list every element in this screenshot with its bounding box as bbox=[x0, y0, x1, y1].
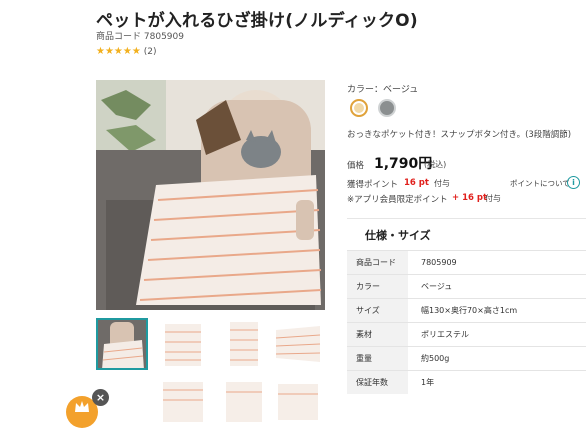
spec-key: 重量 bbox=[347, 346, 408, 371]
spec-key: 商品コード bbox=[347, 250, 408, 275]
spec-value: ベージュ bbox=[408, 274, 586, 299]
thumbnail-7-image bbox=[272, 376, 324, 428]
thumbnail-2-image bbox=[157, 318, 209, 370]
spec-table: 商品コード 7805909 カラー ベージュ サイズ 幅130×奥行70×高さ1cm … bbox=[347, 250, 586, 394]
thumbnail-7[interactable] bbox=[272, 376, 324, 428]
tax-note: (税込) bbox=[424, 160, 447, 169]
thumbnail-1[interactable] bbox=[96, 318, 148, 370]
thumbnail-3-image bbox=[218, 318, 270, 370]
points-value: 16 pt bbox=[404, 178, 429, 188]
price-amount: 1,790 bbox=[374, 156, 419, 172]
main-product-illustration bbox=[96, 80, 325, 310]
app-points-label: ※アプリ会員限定ポイント bbox=[347, 195, 448, 205]
spec-key: サイズ bbox=[347, 298, 408, 323]
thumbnail-6[interactable] bbox=[218, 376, 270, 428]
color-label: カラー：ベージュ bbox=[347, 85, 419, 95]
product-title: ペットが入れるひざ掛け(ノルディックO) bbox=[96, 11, 418, 31]
spec-row: 商品コード 7805909 bbox=[347, 250, 586, 275]
rating-stars-icon: ★★★★★ bbox=[96, 46, 141, 57]
rating[interactable]: ★★★★★ (2) bbox=[96, 46, 156, 57]
spec-row: 重量 約500g bbox=[347, 346, 586, 371]
spec-value: 幅130×奥行70×高さ1cm bbox=[408, 298, 586, 323]
info-icon[interactable]: i bbox=[567, 176, 580, 189]
points-info-link[interactable]: ポイントについて bbox=[510, 178, 570, 189]
product-code-label: 商品コード bbox=[96, 32, 142, 42]
product-description: おっきなポケット付き！スナップボタン付き。(3段階調節) bbox=[347, 130, 572, 140]
thumbnail-3[interactable] bbox=[218, 318, 270, 370]
review-count[interactable]: (2) bbox=[144, 47, 157, 57]
thumbnail-5[interactable] bbox=[157, 376, 209, 428]
spec-value: 7805909 bbox=[408, 250, 586, 275]
spec-key: 保証年数 bbox=[347, 370, 408, 394]
spec-row: 素材 ポリエステル bbox=[347, 322, 586, 347]
price-label: 価格 bbox=[347, 161, 365, 171]
app-points-value: + 16 pt bbox=[452, 193, 488, 203]
thumbnail-1-image bbox=[96, 318, 148, 370]
close-icon[interactable]: × bbox=[92, 389, 109, 406]
spec-title: 仕様・サイズ bbox=[365, 229, 431, 242]
thumbnail-5-image bbox=[157, 376, 209, 428]
thumbnail-2[interactable] bbox=[157, 318, 209, 370]
product-code-value: 7805909 bbox=[143, 32, 184, 42]
spec-value: 約500g bbox=[408, 346, 586, 371]
product-code: 商品コード 7805909 bbox=[96, 29, 184, 42]
spec-value: 1年 bbox=[408, 370, 586, 394]
main-product-image[interactable] bbox=[96, 80, 325, 310]
spec-row: サイズ 幅130×奥行70×高さ1cm bbox=[347, 298, 586, 323]
spec-row: 保証年数 1年 bbox=[347, 370, 586, 394]
points-suffix: 付与 bbox=[434, 179, 450, 188]
spec-key: カラー bbox=[347, 274, 408, 299]
thumbnail-4-image bbox=[272, 318, 324, 370]
points-label: 獲得ポイント bbox=[347, 180, 399, 190]
swatch-gray[interactable] bbox=[378, 99, 396, 117]
spec-value: ポリエステル bbox=[408, 322, 586, 347]
swatch-beige[interactable] bbox=[350, 99, 368, 117]
spec-row: カラー ベージュ bbox=[347, 274, 586, 299]
thumbnail-6-image bbox=[218, 376, 270, 428]
app-points-suffix: 付与 bbox=[485, 194, 501, 203]
spec-key: 素材 bbox=[347, 322, 408, 347]
thumbnail-4[interactable] bbox=[272, 318, 324, 370]
